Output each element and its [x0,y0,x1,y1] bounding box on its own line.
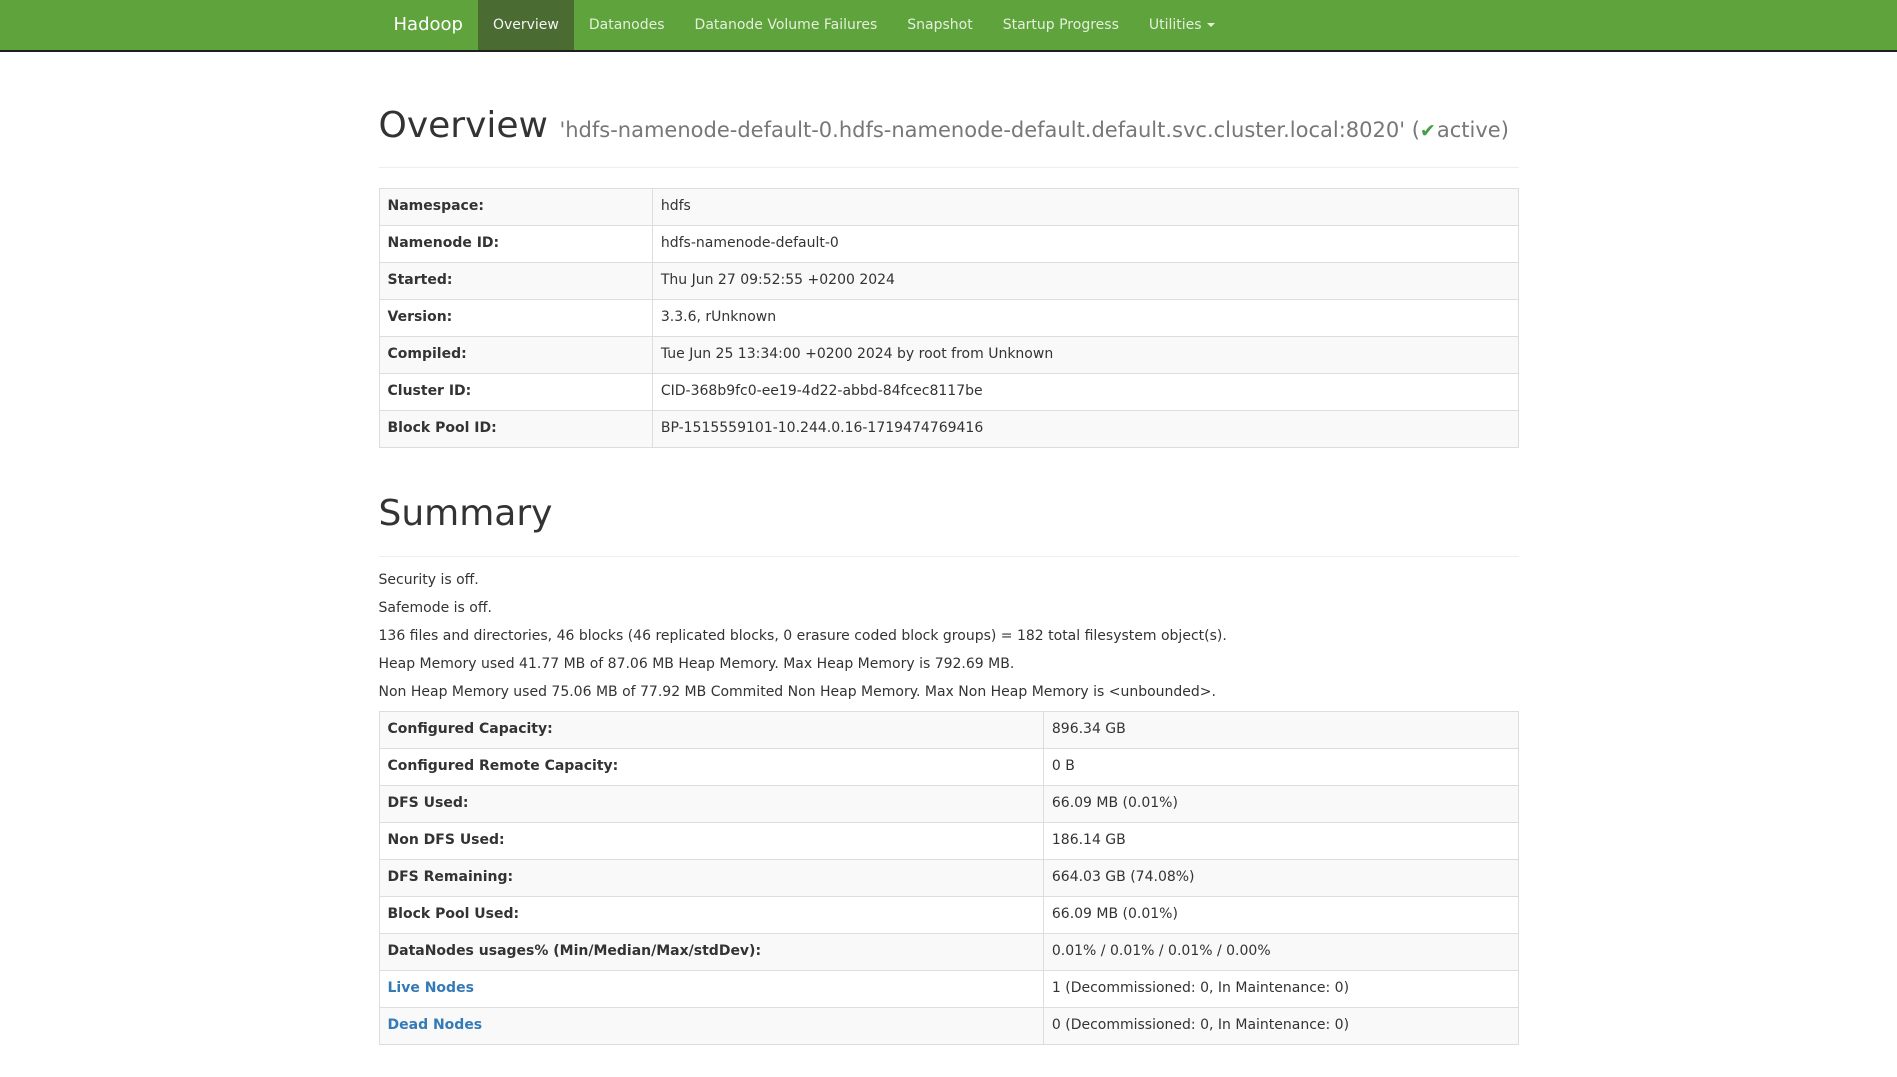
info-value-namenode-id: hdfs-namenode-default-0 [652,226,1518,263]
summary-value-dfs-remaining: 664.03 GB (74.08%) [1043,859,1518,896]
info-value-block-pool-id: BP-1515559101-10.244.0.16-1719474769416 [652,411,1518,448]
summary-value-dfs-used: 66.09 MB (0.01%) [1043,785,1518,822]
info-label-compiled: Compiled: [379,337,652,374]
summary-paragraph-1: Security is off. [379,571,1519,591]
info-value-cluster-id: CID-368b9fc0-ee19-4d22-abbd-84fcec8117be [652,374,1518,411]
summary-value-datanodes-usages-min-median-max-stddev: 0.01% / 0.01% / 0.01% / 0.00% [1043,933,1518,970]
summary-paragraph-3: 136 files and directories, 46 blocks (46… [379,627,1519,647]
summary-row-configured-remote-capacity: Configured Remote Capacity:0 B [379,748,1518,785]
info-row-namenode-id: Namenode ID:hdfs-namenode-default-0 [379,226,1518,263]
info-label-started: Started: [379,263,652,300]
info-row-block-pool-id: Block Pool ID:BP-1515559101-10.244.0.16-… [379,411,1518,448]
summary-paragraph-2: Safemode is off. [379,599,1519,619]
live-nodes-link[interactable]: Live Nodes [388,980,474,996]
nav-link-datanodes[interactable]: Datanodes [574,0,680,50]
info-value-started: Thu Jun 27 09:52:55 +0200 2024 [652,263,1518,300]
summary-page-header: Summary [379,488,1519,556]
summary-label-live-nodes: Live Nodes [379,970,1043,1007]
info-row-started: Started:Thu Jun 27 09:52:55 +0200 2024 [379,263,1518,300]
namenode-info-table: Namespace:hdfsNamenode ID:hdfs-namenode-… [379,188,1519,448]
info-label-block-pool-id: Block Pool ID: [379,411,652,448]
summary-label-dfs-remaining: DFS Remaining: [379,859,1043,896]
status-paren-close: ) [1501,118,1509,142]
nav-link-overview[interactable]: Overview [478,0,574,50]
summary-row-configured-capacity: Configured Capacity:896.34 GB [379,711,1518,748]
summary-title: Summary [379,488,1519,539]
nav-item-overview: Overview [478,0,574,50]
summary-tbody: Configured Capacity:896.34 GBConfigured … [379,711,1518,1044]
summary-row-dead-nodes: Dead Nodes 0 (Decommissioned: 0, In Maint… [379,1007,1518,1044]
info-value-namespace: hdfs [652,189,1518,226]
summary-label-datanodes-usages-min-median-max-stddev: DataNodes usages% (Min/Median/Max/stdDev… [379,933,1043,970]
info-label-namespace: Namespace: [379,189,652,226]
summary-label-configured-capacity: Configured Capacity: [379,711,1043,748]
summary-row-dfs-used: DFS Used:66.09 MB (0.01%) [379,785,1518,822]
nav-item-snapshot: Snapshot [892,0,987,50]
summary-paragraphs: Security is off. Safemode is off. 136 file… [379,571,1519,703]
summary-row-dfs-remaining: DFS Remaining:664.03 GB (74.08%) [379,859,1518,896]
page-subtitle: 'hdfs-namenode-default-0.hdfs-namenode-d… [559,118,1508,142]
summary-label-non-dfs-used: Non DFS Used: [379,822,1043,859]
summary-label-dfs-used: DFS Used: [379,785,1043,822]
summary-value-block-pool-used: 66.09 MB (0.01%) [1043,896,1518,933]
top-navbar: Hadoop OverviewDatanodesDatanode Volume … [0,0,1897,52]
summary-paragraph-5: Non Heap Memory used 75.06 MB of 77.92 M… [379,683,1519,703]
main-content: Overview 'hdfs-namenode-default-0.hdfs-n… [364,100,1534,1045]
info-row-compiled: Compiled:Tue Jun 25 13:34:00 +0200 2024 … [379,337,1518,374]
namenode-info-tbody: Namespace:hdfsNamenode ID:hdfs-namenode-… [379,189,1518,448]
summary-table: Configured Capacity:896.34 GBConfigured … [379,711,1519,1045]
summary-row-live-nodes: Live Nodes 1 (Decommissioned: 0, In Maint… [379,970,1518,1007]
info-row-cluster-id: Cluster ID:CID-368b9fc0-ee19-4d22-abbd-8… [379,374,1518,411]
summary-label-block-pool-used: Block Pool Used: [379,896,1043,933]
namenode-state-text: active [1437,118,1501,142]
status-paren-open: ( [1412,118,1420,142]
hadoop-brand[interactable]: Hadoop [379,0,478,50]
page-title-text: Overview [379,105,549,146]
caret-down-icon [1207,23,1215,27]
summary-label-configured-remote-capacity: Configured Remote Capacity: [379,748,1043,785]
summary-row-block-pool-used: Block Pool Used:66.09 MB (0.01%) [379,896,1518,933]
info-label-cluster-id: Cluster ID: [379,374,652,411]
nav-link-snapshot[interactable]: Snapshot [892,0,987,50]
check-icon: ✔ [1420,120,1437,142]
summary-paragraph-4: Heap Memory used 41.77 MB of 87.06 MB He… [379,655,1519,675]
summary-value-live-nodes: 1 (Decommissioned: 0, In Maintenance: 0) [1043,970,1518,1007]
overview-page-header: Overview 'hdfs-namenode-default-0.hdfs-n… [379,100,1519,168]
nav-link-datanode-volume-failures[interactable]: Datanode Volume Failures [680,0,893,50]
info-row-version: Version:3.3.6, rUnknown [379,300,1518,337]
nav-item-datanode-volume-failures: Datanode Volume Failures [680,0,893,50]
info-value-compiled: Tue Jun 25 13:34:00 +0200 2024 by root f… [652,337,1518,374]
info-row-namespace: Namespace:hdfs [379,189,1518,226]
page-title: Overview 'hdfs-namenode-default-0.hdfs-n… [379,100,1519,151]
namenode-address: 'hdfs-namenode-default-0.hdfs-namenode-d… [559,118,1405,142]
summary-row-datanodes-usages-min-median-max-stddev: DataNodes usages% (Min/Median/Max/stdDev… [379,933,1518,970]
nav-link-utilities[interactable]: Utilities [1134,0,1230,50]
summary-value-configured-capacity: 896.34 GB [1043,711,1518,748]
info-label-namenode-id: Namenode ID: [379,226,652,263]
nav-menu: OverviewDatanodesDatanode Volume Failure… [478,0,1230,50]
info-value-version: 3.3.6, rUnknown [652,300,1518,337]
dead-nodes-link[interactable]: Dead Nodes [388,1017,483,1033]
summary-value-configured-remote-capacity: 0 B [1043,748,1518,785]
summary-value-non-dfs-used: 186.14 GB [1043,822,1518,859]
namenode-status: (✔active) [1412,118,1509,142]
info-label-version: Version: [379,300,652,337]
summary-row-non-dfs-used: Non DFS Used:186.14 GB [379,822,1518,859]
summary-label-dead-nodes: Dead Nodes [379,1007,1043,1044]
nav-item-utilities: Utilities [1134,0,1230,50]
nav-item-startup-progress: Startup Progress [988,0,1134,50]
nav-link-startup-progress[interactable]: Startup Progress [988,0,1134,50]
nav-item-datanodes: Datanodes [574,0,680,50]
summary-value-dead-nodes: 0 (Decommissioned: 0, In Maintenance: 0) [1043,1007,1518,1044]
